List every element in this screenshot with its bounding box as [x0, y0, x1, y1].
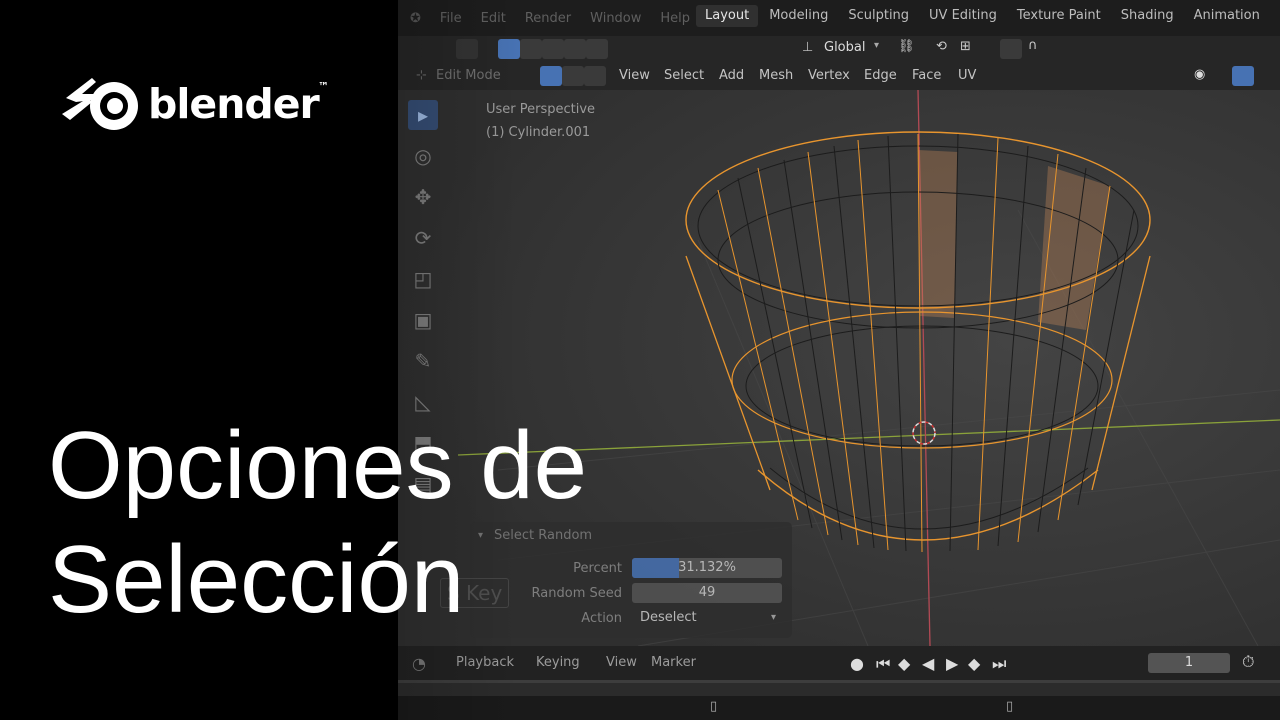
overlay-title-line1: Opciones de	[48, 412, 588, 519]
prev-keyframe-icon[interactable]: ◆	[898, 654, 910, 673]
action-row: Action Deselect ▾	[470, 608, 792, 630]
face-select-icon[interactable]	[584, 66, 606, 86]
action-value: Deselect	[640, 610, 697, 625]
jump-start-icon[interactable]: ⏮	[876, 654, 890, 674]
stopwatch-icon[interactable]: ⏱	[1242, 652, 1254, 672]
seed-row: Random Seed 49	[470, 583, 792, 605]
seed-label: Random Seed	[531, 586, 622, 601]
viewport-header: ⊹ Edit Mode View Select Add Mesh Vertex …	[398, 62, 1280, 90]
visibility-eye-icon[interactable]: ◉	[1194, 67, 1205, 82]
chevron-down-icon: ▾	[874, 40, 880, 51]
cursor-tool-icon[interactable]: ◎	[408, 141, 438, 171]
orientation-axes-icon: ⊥	[802, 40, 814, 55]
blender-window: ✪ File Edit Render Window Help Layout Mo…	[398, 0, 1280, 720]
panel-title: Select Random	[494, 528, 593, 543]
3d-viewport[interactable]: User Perspective (1) Cylinder.001 ▸ ◎ ✥ …	[398, 90, 1280, 646]
menu-vertex[interactable]: Vertex	[808, 68, 850, 83]
select-tool-icon[interactable]	[456, 39, 478, 59]
orientation-dropdown[interactable]: Global	[824, 40, 865, 55]
status-bar: ▯ ▯	[398, 696, 1280, 720]
transform-tool-icon[interactable]: ▣	[408, 305, 438, 335]
falloff-icon[interactable]: ∩	[1028, 38, 1038, 53]
jump-end-icon[interactable]: ⏭	[992, 654, 1006, 674]
blender-logo-icon	[62, 78, 138, 130]
seed-field[interactable]: 49	[632, 583, 782, 603]
select-mode-new-icon[interactable]	[498, 39, 520, 59]
play-reverse-icon[interactable]: ◀	[922, 654, 934, 673]
blender-logo: blender ™	[62, 68, 362, 138]
menu-add[interactable]: Add	[719, 68, 744, 83]
select-mode-extend-icon[interactable]	[520, 39, 542, 59]
menu-keying[interactable]: Keying	[536, 655, 580, 670]
workspace-tabs: Layout Modeling Sculpting UV Editing Tex…	[696, 5, 1271, 27]
select-mode-invert-icon[interactable]	[564, 39, 586, 59]
tab-texture-paint[interactable]: Texture Paint	[1008, 5, 1110, 27]
percent-value: 31.132%	[678, 560, 736, 575]
tab-layout[interactable]: Layout	[696, 5, 759, 27]
tab-animation[interactable]: Animation	[1185, 5, 1269, 27]
select-box-tool-icon[interactable]: ▸	[408, 100, 438, 130]
timeline-editor-icon[interactable]: ◔	[412, 654, 426, 673]
select-mode-intersect-icon[interactable]	[586, 39, 608, 59]
menu-window[interactable]: Window	[590, 11, 641, 26]
menu-uv[interactable]: UV	[958, 68, 976, 83]
menu-help[interactable]: Help	[660, 11, 690, 26]
mode-dropdown[interactable]: Edit Mode	[436, 68, 501, 83]
snap-target-icon[interactable]: ⊞	[960, 39, 971, 54]
tab-uv-editing[interactable]: UV Editing	[920, 5, 1006, 27]
editor-type-icon[interactable]: ⊹	[416, 68, 427, 83]
chevron-down-icon: ▾	[770, 612, 776, 623]
record-icon[interactable]: ●	[850, 654, 864, 673]
select-mode-subtract-icon[interactable]	[542, 39, 564, 59]
edge-select-icon[interactable]	[562, 66, 584, 86]
mouse-left-icon: ▯	[710, 699, 718, 714]
percent-slider-fill	[632, 558, 679, 578]
top-bar: ✪ File Edit Render Window Help Layout Mo…	[398, 0, 1280, 36]
menu-timeline-view[interactable]: View	[606, 655, 637, 670]
brand-wordmark: blender	[148, 80, 320, 128]
menu-file[interactable]: File	[440, 11, 462, 26]
play-icon[interactable]: ▶	[946, 654, 958, 673]
menu-marker[interactable]: Marker	[651, 655, 696, 670]
view-name: User Perspective	[486, 102, 596, 117]
menu-select[interactable]: Select	[664, 68, 704, 83]
current-frame-field[interactable]: 1	[1148, 653, 1230, 673]
proportional-edit-icon[interactable]	[1000, 39, 1022, 59]
overlay-title-line2: Selección	[48, 526, 465, 633]
select-random-panel: ▾ Select Random Percent 31.132% Random S…	[440, 522, 792, 638]
blender-menu-icon[interactable]: ✪	[410, 11, 421, 26]
menu-view[interactable]: View	[619, 68, 650, 83]
menu-face[interactable]: Face	[912, 68, 941, 83]
menu-mesh[interactable]: Mesh	[759, 68, 793, 83]
tab-shading[interactable]: Shading	[1112, 5, 1183, 27]
scale-tool-icon[interactable]: ◰	[408, 264, 438, 294]
gizmo-toggle-icon[interactable]	[1232, 66, 1254, 86]
pivot-icon[interactable]: ⛓	[898, 39, 915, 54]
move-tool-icon[interactable]: ✥	[408, 182, 438, 212]
mouse-right-icon: ▯	[1006, 699, 1014, 714]
tool-settings-bar: ⊥ Global ▾ ⛓ ⟲ ⊞ ∩	[398, 36, 1280, 62]
brand-trademark: ™	[318, 80, 329, 93]
rotate-tool-icon[interactable]: ⟳	[408, 223, 438, 253]
action-label: Action	[581, 611, 622, 626]
action-dropdown[interactable]: Deselect ▾	[632, 608, 782, 628]
menu-render[interactable]: Render	[525, 11, 571, 26]
snap-icon[interactable]: ⟲	[936, 39, 947, 54]
object-name: (1) Cylinder.001	[486, 125, 591, 140]
next-keyframe-icon[interactable]: ◆	[968, 654, 980, 673]
percent-slider[interactable]: 31.132%	[632, 558, 782, 578]
annotate-tool-icon[interactable]: ✎	[408, 346, 438, 376]
tab-modeling[interactable]: Modeling	[760, 5, 837, 27]
main-menu: File Edit Render Window Help	[421, 11, 690, 26]
menu-edge[interactable]: Edge	[864, 68, 897, 83]
menu-playback[interactable]: Playback	[456, 655, 514, 670]
collapse-chevron-icon[interactable]: ▾	[478, 530, 483, 541]
timeline-header: ◔ Playback Keying View Marker ● ⏮ ◆ ◀ ▶ …	[398, 646, 1280, 680]
percent-label: Percent	[573, 561, 622, 576]
tab-sculpting[interactable]: Sculpting	[839, 5, 918, 27]
vertex-select-icon[interactable]	[540, 66, 562, 86]
percent-row: Percent 31.132%	[470, 558, 792, 580]
menu-edit[interactable]: Edit	[481, 11, 506, 26]
